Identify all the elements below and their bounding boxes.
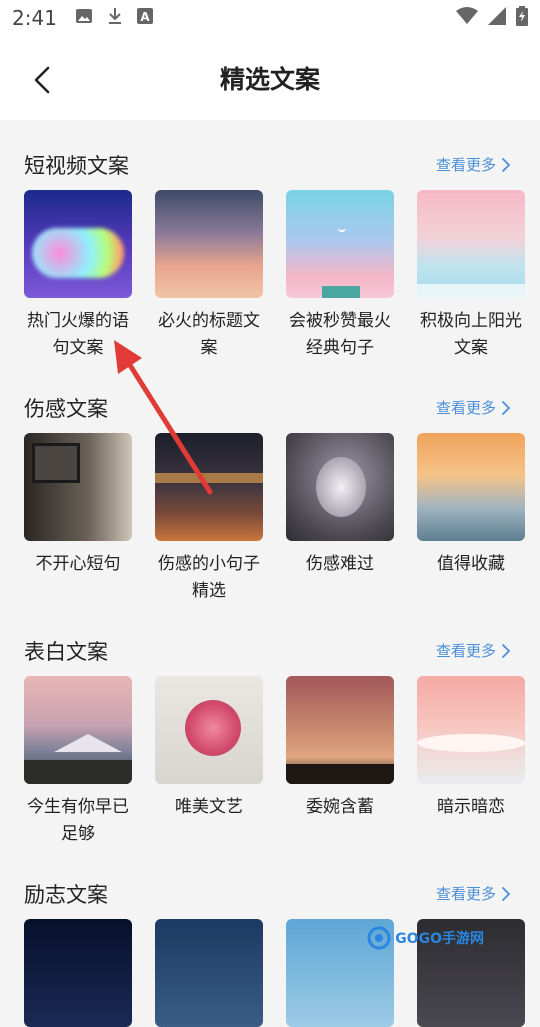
view-more-label: 查看更多 <box>436 154 496 175</box>
card-thumbnail <box>24 433 132 541</box>
chevron-right-icon <box>500 400 512 416</box>
watermark-text: GOGO手游网 <box>395 928 484 948</box>
card-thumbnail <box>155 676 263 784</box>
card-caption: 伤感的小句子精选 <box>155 551 263 605</box>
card-caption: 会被秒赞最火经典句子 <box>286 308 394 362</box>
text-a-icon: A <box>137 8 153 28</box>
topic-card[interactable]: 唯美文艺 <box>155 676 263 848</box>
signal-icon <box>488 7 506 29</box>
topic-card[interactable]: 积极向上阳光文案 <box>417 190 525 362</box>
card-caption: 唯美文艺 <box>155 794 263 821</box>
image-icon <box>75 8 93 28</box>
topic-card[interactable]: 不开心短句 <box>24 433 132 605</box>
page-title: 精选文案 <box>0 60 540 96</box>
status-time: 2:41 <box>12 6 57 30</box>
section-title: 伤感文案 <box>24 393 108 423</box>
status-bar: 2:41 A <box>0 0 540 36</box>
card-caption: 积极向上阳光文案 <box>417 308 525 362</box>
card-caption: 热门火爆的语句文案 <box>24 308 132 362</box>
topic-card[interactable]: 会被秒赞最火经典句子 <box>286 190 394 362</box>
card-caption: 伤感难过 <box>286 551 394 578</box>
section-header: 伤感文案 查看更多 <box>0 393 540 433</box>
topic-card[interactable]: 必火的标题文案 <box>155 190 263 362</box>
card-caption: 不开心短句 <box>24 551 132 578</box>
card-row: 不开心短句伤感的小句子精选伤感难过值得收藏 <box>24 433 525 605</box>
card-thumbnail <box>24 919 132 1027</box>
card-caption: 今生有你早已足够 <box>24 794 132 848</box>
wifi-icon <box>456 7 478 29</box>
card-thumbnail <box>286 676 394 784</box>
section-2: 伤感文案查看更多不开心短句伤感的小句子精选伤感难过值得收藏 <box>0 393 540 433</box>
card-row: 热门火爆的语句文案必火的标题文案会被秒赞最火经典句子积极向上阳光文案 <box>24 190 525 362</box>
battery-icon <box>516 6 528 30</box>
card-thumbnail <box>155 190 263 298</box>
view-more-link[interactable]: 查看更多 <box>436 397 512 418</box>
view-more-link[interactable]: 查看更多 <box>436 640 512 661</box>
section-header: 励志文案 查看更多 <box>0 879 540 919</box>
view-more-link[interactable]: 查看更多 <box>436 883 512 904</box>
topic-card[interactable]: 值得收藏 <box>417 433 525 605</box>
logo-icon <box>367 926 391 950</box>
view-more-link[interactable]: 查看更多 <box>436 154 512 175</box>
card-thumbnail <box>24 190 132 298</box>
section-3: 表白文案查看更多今生有你早已足够唯美文艺委婉含蓄暗示暗恋 <box>0 636 540 676</box>
card-caption: 值得收藏 <box>417 551 525 578</box>
card-caption: 委婉含蓄 <box>286 794 394 821</box>
watermark: GOGO手游网 <box>367 926 484 950</box>
card-caption: 暗示暗恋 <box>417 794 525 821</box>
view-more-label: 查看更多 <box>436 883 496 904</box>
card-thumbnail <box>286 190 394 298</box>
chevron-right-icon <box>500 643 512 659</box>
section-header: 表白文案 查看更多 <box>0 636 540 676</box>
topic-card[interactable] <box>155 919 263 1027</box>
card-thumbnail <box>417 190 525 298</box>
topic-card[interactable]: 委婉含蓄 <box>286 676 394 848</box>
card-thumbnail <box>24 676 132 784</box>
card-thumbnail <box>417 433 525 541</box>
download-icon <box>107 7 123 29</box>
section-header: 短视频文案 查看更多 <box>0 150 540 190</box>
card-thumbnail <box>155 919 263 1027</box>
section-1: 短视频文案查看更多热门火爆的语句文案必火的标题文案会被秒赞最火经典句子积极向上阳… <box>0 150 540 190</box>
topic-card[interactable]: 热门火爆的语句文案 <box>24 190 132 362</box>
view-more-label: 查看更多 <box>436 397 496 418</box>
view-more-label: 查看更多 <box>436 640 496 661</box>
topic-card[interactable] <box>24 919 132 1027</box>
section-title: 表白文案 <box>24 636 108 666</box>
topic-card[interactable]: 伤感难过 <box>286 433 394 605</box>
app-header: 精选文案 <box>0 36 540 120</box>
card-row: 今生有你早已足够唯美文艺委婉含蓄暗示暗恋 <box>24 676 525 848</box>
section-4: 励志文案 查看更多 <box>0 879 540 919</box>
svg-text:A: A <box>140 10 150 24</box>
card-thumbnail <box>417 676 525 784</box>
card-thumbnail <box>155 433 263 541</box>
topic-card[interactable]: 暗示暗恋 <box>417 676 525 848</box>
card-caption: 必火的标题文案 <box>155 308 263 362</box>
chevron-right-icon <box>500 886 512 902</box>
topic-card[interactable]: 伤感的小句子精选 <box>155 433 263 605</box>
section-title: 短视频文案 <box>24 150 129 180</box>
card-thumbnail <box>286 433 394 541</box>
chevron-right-icon <box>500 157 512 173</box>
topic-card[interactable]: 今生有你早已足够 <box>24 676 132 848</box>
section-title: 励志文案 <box>24 879 108 909</box>
